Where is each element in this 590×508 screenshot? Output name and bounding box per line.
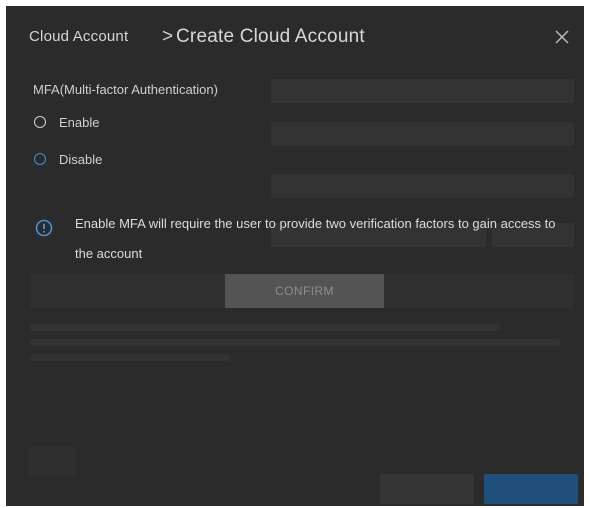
mfa-label: MFA(Multi-factor Authentication) <box>33 82 218 97</box>
mfa-info-text: Enable MFA will require the user to prov… <box>75 216 556 261</box>
mfa-disable-option[interactable]: Disable <box>34 149 102 169</box>
obscured-text <box>30 324 500 331</box>
obscured-text <box>30 354 230 361</box>
obscured-button <box>484 474 578 504</box>
obscured-button <box>380 474 474 504</box>
mfa-enable-option[interactable]: Enable <box>34 112 99 132</box>
dialog-header: Cloud Account > Create Cloud Account <box>6 6 584 66</box>
obscured-field <box>28 446 76 476</box>
breadcrumb-separator: > <box>162 26 174 47</box>
radio-enable[interactable] <box>34 116 46 128</box>
page-title: Create Cloud Account <box>176 26 365 47</box>
obscured-field <box>271 122 574 146</box>
close-icon[interactable] <box>553 28 571 46</box>
obscured-field <box>271 174 574 198</box>
radio-disable-label: Disable <box>59 151 103 167</box>
confirm-button[interactable]: CONFIRM <box>225 274 384 308</box>
breadcrumb-cloud-account[interactable]: Cloud Account <box>29 28 128 45</box>
radio-disable[interactable] <box>34 153 46 165</box>
radio-enable-label: Enable <box>59 114 100 130</box>
obscured-text <box>30 339 560 346</box>
obscured-field <box>271 79 574 103</box>
info-icon <box>35 219 53 237</box>
create-cloud-account-dialog: Cloud Account > Create Cloud Account MFA… <box>6 6 584 506</box>
